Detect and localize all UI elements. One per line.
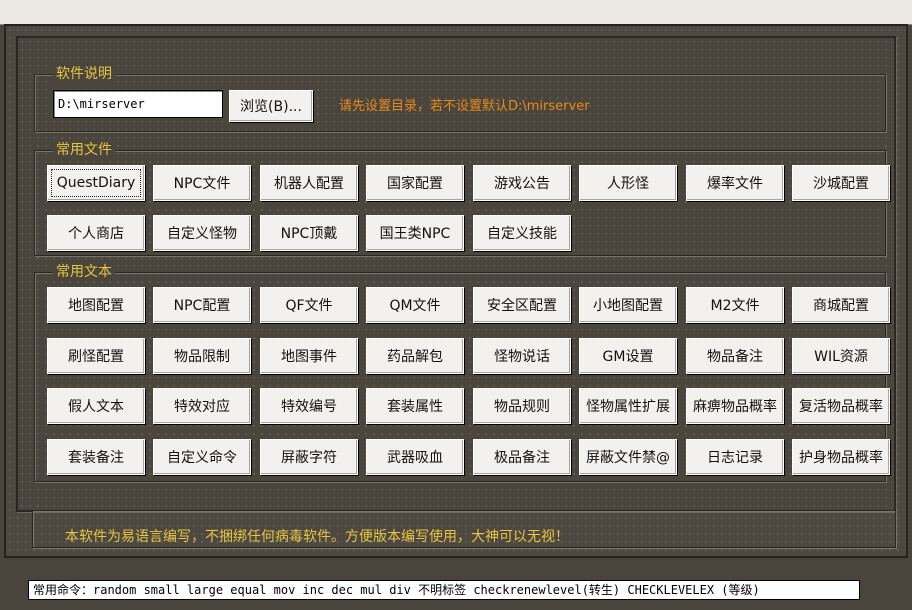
texts-button-31[interactable]: 护身物品概率 — [792, 438, 890, 475]
common-files-group-title: 常用文件 — [53, 141, 115, 159]
main-panel: 软件说明 浏览(B)... 请先设置目录，若不设置默认D:\mirserver … — [4, 24, 908, 558]
common-files-group: 常用文件 QuestDiary NPC文件 机器人配置 国家配置 游戏公告 人形怪 爆率文件… — [34, 141, 890, 256]
texts-button-22[interactable]: 麻痹物品概率 — [686, 388, 784, 424]
texts-button-0[interactable]: 地图配置 — [47, 287, 145, 323]
texts-button-8[interactable]: 刷怪配置 — [47, 337, 145, 374]
files-button-1[interactable]: NPC文件 — [153, 165, 251, 201]
files-button-12[interactable]: 自定义技能 — [473, 215, 571, 251]
files-button-4[interactable]: 游戏公告 — [473, 165, 571, 201]
notice-group: 本软件为易语言编写，不捆绑任何病毒软件。方便版本编写使用，大神可以无视！ — [32, 510, 896, 548]
texts-button-1[interactable]: NPC配置 — [153, 287, 251, 323]
texts-button-16[interactable]: 假人文本 — [47, 388, 145, 424]
texts-button-20[interactable]: 物品规则 — [473, 388, 571, 424]
files-button-5[interactable]: 人形怪 — [579, 165, 677, 201]
files-button-9[interactable]: 自定义怪物 — [153, 215, 251, 251]
texts-button-17[interactable]: 特效对应 — [153, 388, 251, 424]
content-frame: 软件说明 浏览(B)... 请先设置目录，若不设置默认D:\mirserver … — [16, 36, 896, 512]
common-texts-group: 常用文本 地图配置 NPC配置 QF文件 QM文件 安全区配置 小地图配置 M2文件 商城配置… — [34, 263, 890, 482]
texts-button-14[interactable]: 物品备注 — [686, 337, 784, 374]
texts-button-26[interactable]: 屏蔽字符 — [260, 438, 358, 475]
files-button-7[interactable]: 沙城配置 — [792, 165, 890, 201]
texts-button-9[interactable]: 物品限制 — [153, 337, 251, 374]
texts-button-13[interactable]: GM设置 — [579, 337, 677, 374]
texts-button-10[interactable]: 地图事件 — [260, 337, 358, 374]
texts-button-19[interactable]: 套装属性 — [366, 388, 464, 424]
intro-group: 软件说明 浏览(B)... 请先设置目录，若不设置默认D:\mirserver — [34, 65, 886, 132]
browse-button[interactable]: 浏览(B)... — [229, 90, 313, 122]
texts-button-21[interactable]: 怪物属性扩展 — [579, 388, 677, 424]
notice-text: 本软件为易语言编写，不捆绑任何病毒软件。方便版本编写使用，大神可以无视！ — [65, 529, 569, 545]
texts-button-25[interactable]: 自定义命令 — [153, 438, 251, 475]
texts-button-2[interactable]: QF文件 — [260, 287, 358, 323]
files-button-10[interactable]: NPC顶戴 — [260, 215, 358, 251]
files-button-6[interactable]: 爆率文件 — [686, 165, 784, 201]
texts-button-11[interactable]: 药品解包 — [366, 337, 464, 374]
texts-button-30[interactable]: 日志记录 — [686, 438, 784, 475]
texts-button-3[interactable]: QM文件 — [366, 287, 464, 323]
texts-button-12[interactable]: 怪物说话 — [473, 337, 571, 374]
texts-button-18[interactable]: 特效编号 — [260, 388, 358, 424]
texts-button-5[interactable]: 小地图配置 — [579, 287, 677, 323]
texts-button-29[interactable]: 屏蔽文件禁@ — [579, 438, 677, 475]
server-path-input[interactable] — [53, 90, 223, 118]
files-button-3[interactable]: 国家配置 — [366, 165, 464, 201]
texts-button-15[interactable]: WIL资源 — [792, 337, 890, 374]
path-hint: 请先设置目录，若不设置默认D:\mirserver — [339, 99, 590, 114]
window-top-bar — [0, 0, 912, 25]
files-button-2[interactable]: 机器人配置 — [260, 165, 358, 201]
texts-button-7[interactable]: 商城配置 — [792, 287, 890, 323]
texts-button-23[interactable]: 复活物品概率 — [792, 388, 890, 424]
common-texts-group-title: 常用文本 — [53, 263, 115, 281]
files-button-11[interactable]: 国王类NPC — [366, 215, 464, 251]
texts-button-4[interactable]: 安全区配置 — [473, 287, 571, 323]
texts-button-27[interactable]: 武器吸血 — [366, 438, 464, 475]
intro-group-title: 软件说明 — [53, 65, 115, 83]
files-button-0[interactable]: QuestDiary — [47, 165, 145, 201]
texts-button-28[interactable]: 极品备注 — [473, 438, 571, 475]
command-bar: 常用命令：random small large equal mov inc de… — [28, 580, 860, 600]
files-button-8[interactable]: 个人商店 — [47, 215, 145, 251]
texts-button-24[interactable]: 套装备注 — [47, 438, 145, 475]
texts-button-6[interactable]: M2文件 — [686, 287, 784, 323]
